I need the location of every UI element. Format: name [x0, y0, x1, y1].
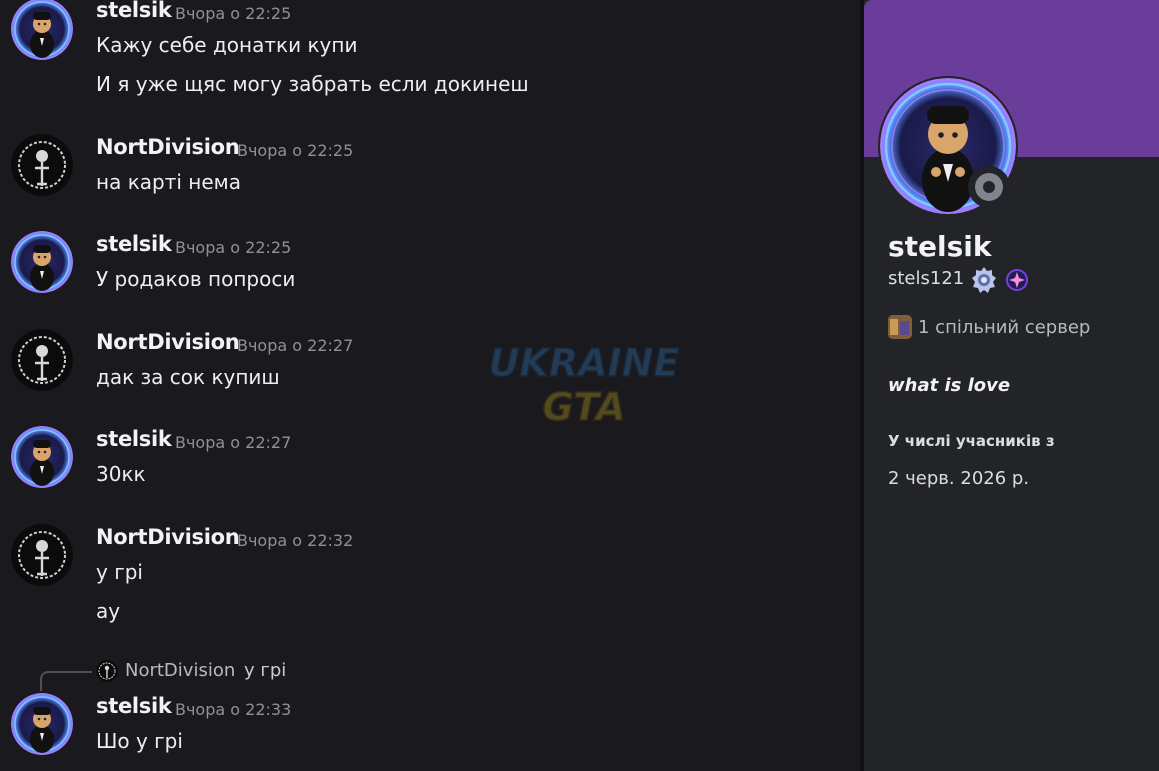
message-text: дак за сок купиш: [96, 365, 280, 389]
reply-spine: [40, 671, 92, 691]
message-text: И я уже щяс могу забрать если докинеш: [96, 72, 529, 96]
author-name[interactable]: stelsik: [96, 232, 172, 256]
avatar[interactable]: [11, 693, 73, 755]
timestamp: Вчора о 22:25: [237, 141, 354, 160]
avatar[interactable]: [11, 524, 73, 586]
member-since-label: У числі учасників з: [888, 432, 1055, 450]
status-dot-center: [983, 181, 995, 193]
timestamp: Вчора о 22:25: [175, 238, 292, 257]
author-name[interactable]: NortDivision: [96, 330, 240, 354]
message-text: Кажу себе донатки купи: [96, 33, 358, 57]
watermark-line1: UKRAINE: [489, 341, 680, 385]
message-text: у грі: [96, 560, 143, 584]
timestamp: Вчора о 22:25: [175, 4, 292, 23]
chat-pane: stelsik Вчора о 22:25 Кажу себе донатки …: [0, 0, 860, 771]
nitro-badge-icon[interactable]: [970, 266, 998, 294]
member-since-date: 2 черв. 2026 р.: [888, 468, 1030, 489]
timestamp: Вчора о 22:27: [237, 336, 354, 355]
reply-text: у грі: [244, 660, 287, 681]
avatar[interactable]: [11, 231, 73, 293]
reply-avatar: [96, 660, 118, 682]
author-name[interactable]: stelsik: [96, 0, 172, 22]
server-icon[interactable]: [888, 315, 912, 339]
user-profile-panel: stelsik stels121 1 спільний сервер what …: [864, 0, 1159, 771]
message-text: Шо у грі: [96, 729, 183, 753]
about-me-text: what is love: [888, 375, 1011, 396]
message-text: на карті нема: [96, 170, 242, 194]
avatar[interactable]: [11, 134, 73, 196]
timestamp: Вчора о 22:33: [175, 700, 292, 719]
mutual-servers-link[interactable]: 1 спільний сервер: [918, 317, 1090, 338]
message-text: У родаков попроси: [96, 267, 296, 291]
avatar[interactable]: [11, 329, 73, 391]
message-text: ау: [96, 599, 121, 623]
author-name[interactable]: stelsik: [96, 694, 172, 718]
message-text: 30кк: [96, 462, 146, 486]
server-boost-badge-icon[interactable]: [1005, 268, 1029, 292]
watermark-line2: GTA: [543, 385, 626, 429]
author-name[interactable]: stelsik: [96, 427, 172, 451]
ukraine-gta-watermark-logo: UKRAINE GTA: [484, 334, 684, 434]
timestamp: Вчора о 22:27: [175, 433, 292, 452]
profile-display-name: stelsik: [888, 230, 992, 263]
author-name[interactable]: NortDivision: [96, 135, 240, 159]
timestamp: Вчора о 22:32: [237, 531, 354, 550]
reply-author[interactable]: NortDivision: [125, 660, 235, 681]
profile-username[interactable]: stels121: [888, 268, 964, 289]
reply-reference[interactable]: NortDivision у грі: [40, 659, 400, 691]
avatar[interactable]: [11, 426, 73, 488]
avatar[interactable]: [11, 0, 73, 60]
author-name[interactable]: NortDivision: [96, 525, 240, 549]
